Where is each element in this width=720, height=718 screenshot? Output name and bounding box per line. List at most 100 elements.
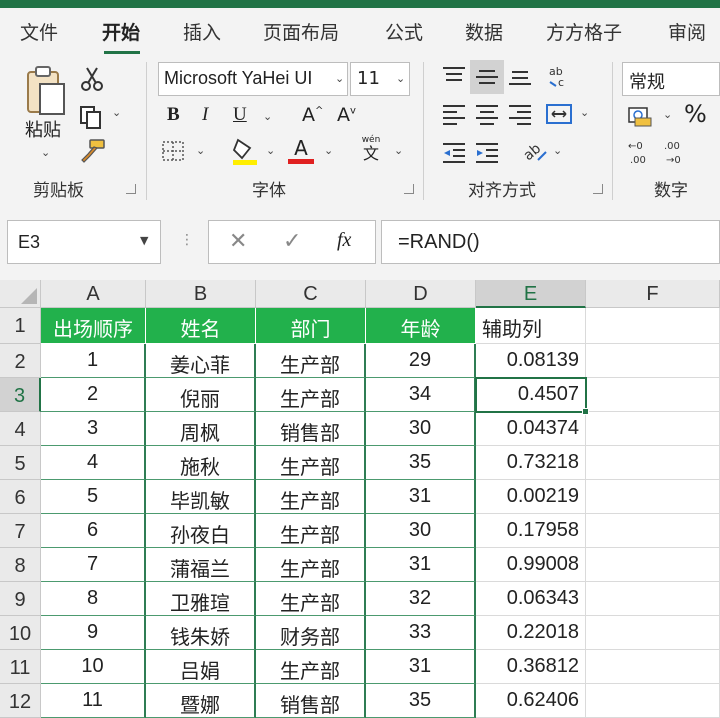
table-cell[interactable]: 4 [41, 446, 146, 480]
cut-icon[interactable] [80, 66, 104, 92]
row-header[interactable]: 1 [0, 308, 41, 344]
table-cell[interactable]: 35 [366, 684, 476, 718]
table-cell[interactable]: 34 [366, 378, 476, 412]
name-box-dropdown-icon[interactable]: ▼ [140, 234, 148, 247]
accounting-format-icon[interactable] [627, 104, 655, 128]
increase-indent-icon[interactable] [474, 140, 500, 164]
table-cell[interactable]: 0.22018 [476, 616, 586, 650]
formula-bar-grip-icon[interactable]: ⋮ [180, 232, 194, 248]
underline-button[interactable]: U [233, 104, 247, 126]
table-cell[interactable] [586, 446, 720, 480]
table-cell[interactable]: 生产部 [256, 344, 366, 378]
font-name-dropdown-icon[interactable]: ⌄ [335, 72, 344, 85]
table-cell[interactable]: 31 [366, 480, 476, 514]
table-cell[interactable]: 毕凯敏 [146, 480, 256, 514]
fill-color-dropdown-icon[interactable]: ⌄ [266, 144, 275, 157]
borders-icon[interactable] [161, 140, 187, 162]
table-cell[interactable]: 33 [366, 616, 476, 650]
table-cell[interactable] [586, 514, 720, 548]
column-header-a[interactable]: A [41, 280, 146, 308]
row-header[interactable]: 8 [0, 548, 41, 582]
align-center-icon[interactable] [474, 102, 500, 126]
align-middle-icon[interactable] [470, 60, 504, 94]
table-cell[interactable] [586, 308, 720, 344]
table-cell[interactable]: 7 [41, 548, 146, 582]
table-cell[interactable] [586, 582, 720, 616]
row-header[interactable]: 5 [0, 446, 41, 480]
table-cell[interactable]: 生产部 [256, 650, 366, 684]
clipboard-launcher-icon[interactable] [126, 184, 136, 194]
align-left-icon[interactable] [441, 102, 467, 126]
row-header[interactable]: 6 [0, 480, 41, 514]
table-cell[interactable]: 0.17958 [476, 514, 586, 548]
merge-center-icon[interactable] [545, 102, 573, 126]
table-cell[interactable] [586, 650, 720, 684]
text-orientation-icon[interactable]: ab c [546, 62, 574, 90]
insert-function-icon[interactable]: fx [337, 229, 351, 252]
font-color-icon[interactable]: A [286, 134, 316, 166]
table-cell[interactable]: 29 [366, 344, 476, 378]
font-name-select[interactable]: Microsoft YaHei UI [158, 62, 348, 96]
header-cell-order[interactable]: 出场顺序 [41, 308, 146, 344]
alignment-launcher-icon[interactable] [593, 184, 603, 194]
table-cell[interactable]: 生产部 [256, 582, 366, 616]
table-cell[interactable]: 生产部 [256, 378, 366, 412]
align-bottom-icon[interactable] [507, 64, 533, 88]
table-cell[interactable] [586, 480, 720, 514]
table-cell[interactable] [586, 548, 720, 582]
shrink-font-button[interactable]: Av [337, 104, 356, 126]
paste-label[interactable]: 粘贴 [25, 116, 61, 142]
paste-dropdown-icon[interactable]: ⌄ [41, 146, 50, 159]
table-cell[interactable]: 0.99008 [476, 548, 586, 582]
table-cell[interactable]: 0.08139 [476, 344, 586, 378]
tab-fangfang[interactable]: 方方格子 [546, 18, 622, 45]
number-format-select[interactable]: 常规 [622, 62, 720, 96]
header-cell-department[interactable]: 部门 [256, 308, 366, 344]
tab-data[interactable]: 数据 [465, 18, 503, 45]
table-cell[interactable]: 生产部 [256, 514, 366, 548]
orientation-dropdown-icon[interactable]: ⌄ [553, 144, 562, 157]
font-color-dropdown-icon[interactable]: ⌄ [324, 144, 333, 157]
table-cell[interactable] [586, 378, 720, 412]
table-cell[interactable] [586, 684, 720, 718]
font-launcher-icon[interactable] [404, 184, 414, 194]
table-cell[interactable]: 暨娜 [146, 684, 256, 718]
table-cell[interactable]: 35 [366, 446, 476, 480]
font-size-dropdown-icon[interactable]: ⌄ [396, 72, 405, 85]
row-header[interactable]: 7 [0, 514, 41, 548]
table-cell[interactable]: 生产部 [256, 548, 366, 582]
fill-handle[interactable] [582, 408, 589, 415]
column-header-f[interactable]: F [586, 280, 720, 308]
header-cell-helper[interactable]: 辅助列 [476, 308, 586, 344]
table-cell[interactable]: 0.62406 [476, 684, 586, 718]
table-cell[interactable]: 9 [41, 616, 146, 650]
table-cell[interactable]: 10 [41, 650, 146, 684]
header-cell-name[interactable]: 姓名 [146, 308, 256, 344]
header-cell-age[interactable]: 年龄 [366, 308, 476, 344]
copy-icon[interactable] [78, 104, 104, 130]
increase-decimal-icon[interactable]: ←0.00 [626, 138, 654, 166]
table-cell[interactable]: 0.04374 [476, 412, 586, 446]
table-cell[interactable] [586, 616, 720, 650]
table-cell[interactable]: 31 [366, 650, 476, 684]
table-cell[interactable]: 5 [41, 480, 146, 514]
percent-style-button[interactable]: % [684, 100, 707, 128]
table-cell[interactable]: 姜心菲 [146, 344, 256, 378]
table-cell[interactable]: 31 [366, 548, 476, 582]
row-header[interactable]: 4 [0, 412, 41, 446]
cancel-icon[interactable]: ✕ [229, 229, 247, 254]
table-cell[interactable]: 0.36812 [476, 650, 586, 684]
table-cell[interactable]: 钱朱娇 [146, 616, 256, 650]
phonetic-guide-icon[interactable]: wén 文 [356, 134, 386, 164]
table-cell[interactable]: 施秋 [146, 446, 256, 480]
row-header[interactable]: 9 [0, 582, 41, 616]
table-cell[interactable]: 生产部 [256, 446, 366, 480]
column-header-e[interactable]: E [476, 280, 586, 308]
bold-button[interactable]: B [167, 104, 180, 126]
row-header[interactable]: 10 [0, 616, 41, 650]
column-header-c[interactable]: C [256, 280, 366, 308]
column-header-b[interactable]: B [146, 280, 256, 308]
accounting-dropdown-icon[interactable]: ⌄ [663, 108, 672, 121]
paste-icon[interactable] [22, 64, 68, 120]
merge-dropdown-icon[interactable]: ⌄ [580, 106, 589, 119]
